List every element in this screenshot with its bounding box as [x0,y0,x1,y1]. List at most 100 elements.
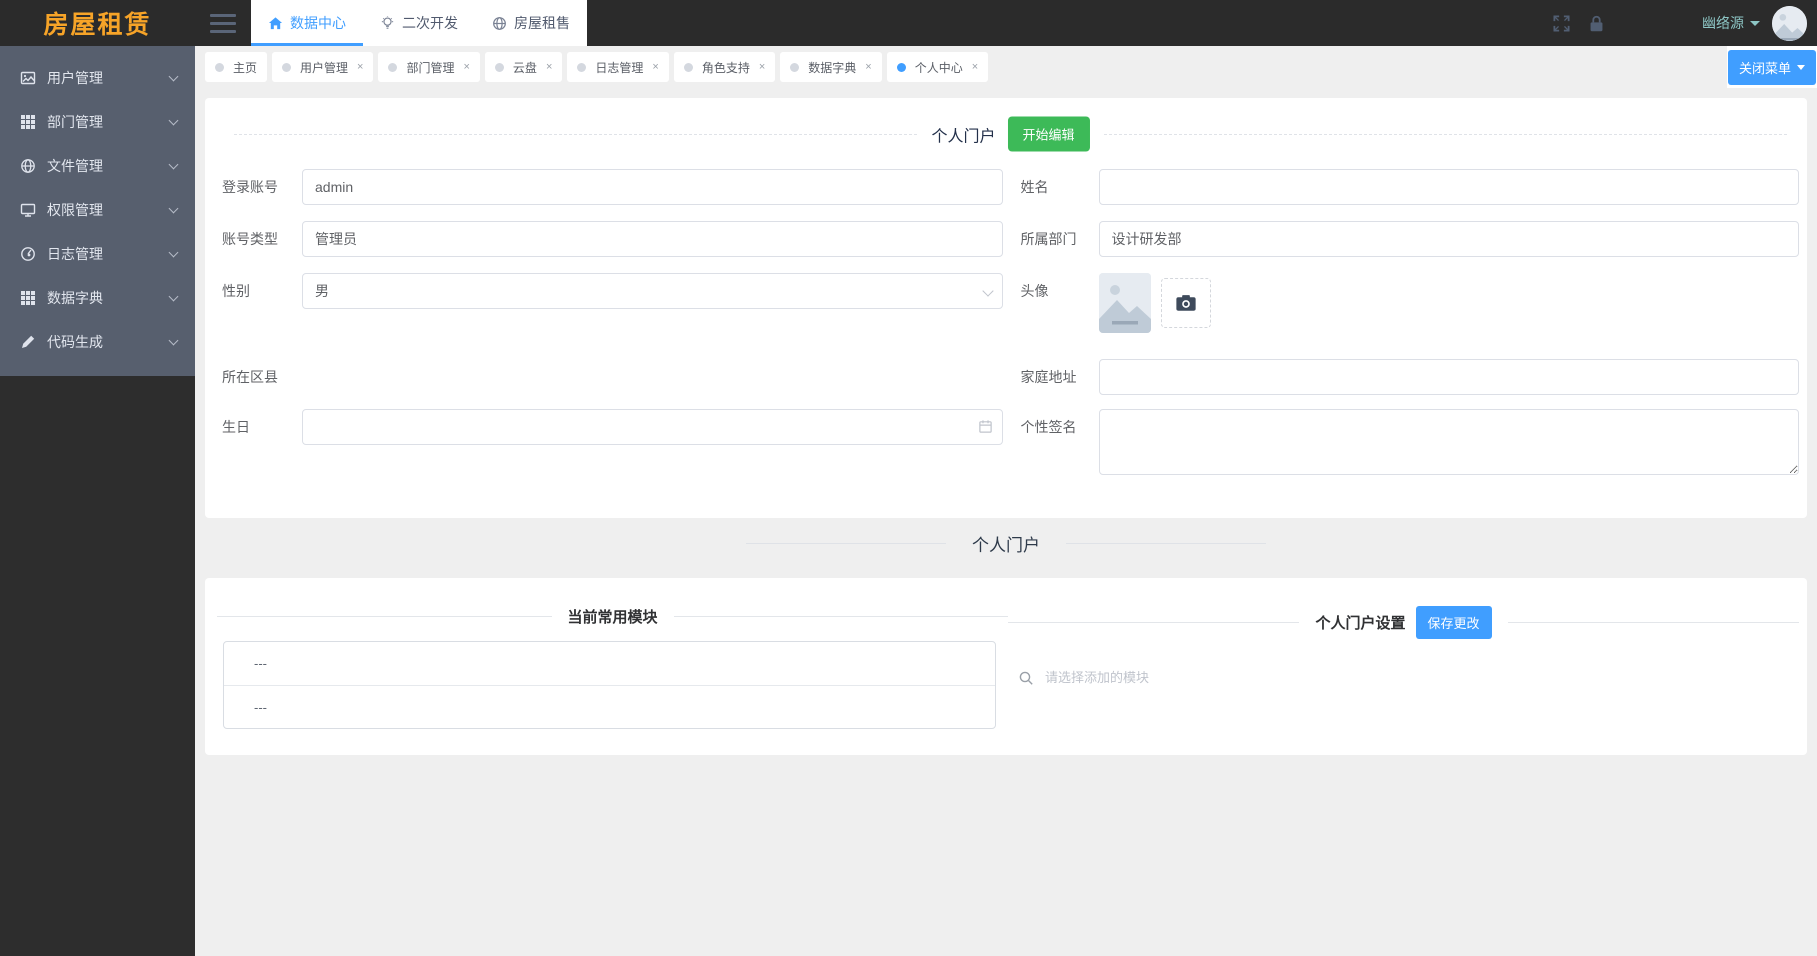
avatar-cell [1099,273,1800,333]
tab-role-support[interactable]: 角色支持× [674,52,775,82]
tab-label: 日志管理 [595,59,643,76]
brand-title: 房屋租赁 [43,5,151,41]
tab-user-mgmt[interactable]: 用户管理× [272,52,373,82]
avatar-upload-button[interactable] [1161,278,1211,328]
nav-item-data-center[interactable]: 数据中心 [251,0,363,46]
module-search-row [1018,669,1785,686]
caret-down-icon [1750,21,1760,26]
start-edit-button[interactable]: 开始编辑 [1008,117,1090,152]
department-label: 所属部门 [1003,221,1099,257]
tab-bar: 主页 用户管理× 部门管理× 云盘× 日志管理 × 角色支持× 数据字典× 个人中… [195,46,1817,88]
tab-dot-icon [388,63,397,72]
portal-title-divider: 个人门户 开始编辑 [234,119,1787,149]
pie-icon [20,246,36,262]
module-search-input[interactable] [1043,669,1785,686]
sidebar-item-code-gen[interactable]: 代码生成 [0,320,195,364]
close-menu-button[interactable]: 关闭菜单 [1728,50,1816,85]
tab-dot-icon [684,63,693,72]
nav-item-label: 房屋租售 [514,13,570,33]
sphere-icon [20,158,36,174]
account-type-input[interactable] [302,221,1003,257]
tab-dot-icon [215,63,224,72]
name-input[interactable] [1099,169,1800,205]
fullscreen-icon[interactable] [1552,14,1571,33]
sidebar-item-perm-mgmt[interactable]: 权限管理 [0,188,195,232]
tab-log-mgmt[interactable]: 日志管理 × [567,52,668,82]
close-icon[interactable]: × [972,62,978,73]
sidebar-item-file-mgmt[interactable]: 文件管理 [0,144,195,188]
header-right: 幽络源 [1536,0,1817,46]
tab-personal-center[interactable]: 个人中心 × [887,52,988,82]
divider-line [1066,543,1266,544]
save-changes-button[interactable]: 保存更改 [1416,606,1492,639]
grid-icon [20,114,36,130]
divider-line [1008,622,1299,623]
sidebar-item-dept-mgmt[interactable]: 部门管理 [0,100,195,144]
list-item[interactable]: --- [224,685,995,728]
tab-dept-mgmt[interactable]: 部门管理× [378,52,479,82]
pen-icon [20,334,36,350]
birthday-date-input[interactable] [302,409,1003,445]
user-menu[interactable]: 幽络源 [1702,13,1760,33]
sidebar-item-label: 权限管理 [47,200,170,220]
sidebar-item-label: 部门管理 [47,112,170,132]
tab-data-dict[interactable]: 数据字典× [780,52,881,82]
sidebar: 房屋租赁 用户管理 部门管理 文件管理 权限管理 [0,0,195,956]
chevron-down-icon [169,203,179,213]
tab-dot-icon [577,63,586,72]
close-icon[interactable]: × [546,62,552,73]
department-input[interactable] [1099,221,1800,257]
chevron-down-icon [169,291,179,301]
divider-line [674,616,1009,617]
tab-cloud-disk[interactable]: 云盘× [485,52,562,82]
close-icon[interactable]: × [652,62,658,73]
sidebar-item-data-dict[interactable]: 数据字典 [0,276,195,320]
image-icon [20,70,36,86]
sidebar-item-label: 代码生成 [47,332,170,352]
sidebar-item-label: 数据字典 [47,288,170,308]
nav-item-secondary-dev[interactable]: 二次开发 [363,0,475,46]
login-account-label: 登录账号 [222,169,302,205]
monitor-icon [20,202,36,218]
brand-logo: 房屋租赁 [0,0,195,46]
portal-card: 个人门户 开始编辑 登录账号 姓名 账号类型 所属部门 [205,98,1807,518]
nav-item-house-rental[interactable]: 房屋租售 [475,0,587,46]
close-icon[interactable]: × [865,62,871,73]
avatar-placeholder-image [1772,6,1807,41]
current-modules-pane: 当前常用模块 --- --- [217,606,1008,755]
sidebar-item-log-mgmt[interactable]: 日志管理 [0,232,195,276]
address-input[interactable] [1099,359,1800,395]
tab-home[interactable]: 主页 [205,52,267,82]
username: 幽络源 [1702,13,1744,33]
hamburger-menu-icon[interactable] [195,0,251,46]
sidebar-empty-area [0,376,195,956]
portal-settings-title: 个人门户设置 [1315,612,1405,633]
search-icon [1018,670,1034,686]
account-type-label: 账号类型 [222,221,302,257]
close-icon[interactable]: × [759,62,765,73]
sidebar-menu: 用户管理 部门管理 文件管理 权限管理 日志管理 [0,46,195,376]
list-item[interactable]: --- [224,642,995,685]
close-icon[interactable]: × [463,62,469,73]
gender-select[interactable]: 男 [302,273,1003,309]
signature-label: 个性签名 [1003,409,1099,445]
chevron-down-icon [169,159,179,169]
current-modules-divider: 当前常用模块 [217,606,1008,627]
sidebar-item-label: 用户管理 [47,68,170,88]
sidebar-item-label: 日志管理 [47,244,170,264]
caret-down-icon [1797,65,1805,70]
camera-icon [1175,292,1197,314]
divider-line [217,616,552,617]
tab-dot-icon [897,63,906,72]
name-label: 姓名 [1003,169,1099,205]
signature-textarea[interactable] [1099,409,1800,475]
close-icon[interactable]: × [357,62,363,73]
user-avatar[interactable] [1772,6,1807,41]
lock-icon[interactable] [1587,14,1606,33]
sidebar-item-user-mgmt[interactable]: 用户管理 [0,56,195,100]
district-label: 所在区县 [222,359,302,395]
login-account-input[interactable] [302,169,1003,205]
tab-label: 个人中心 [915,59,963,76]
chevron-down-icon [169,247,179,257]
chevron-down-icon [169,115,179,125]
